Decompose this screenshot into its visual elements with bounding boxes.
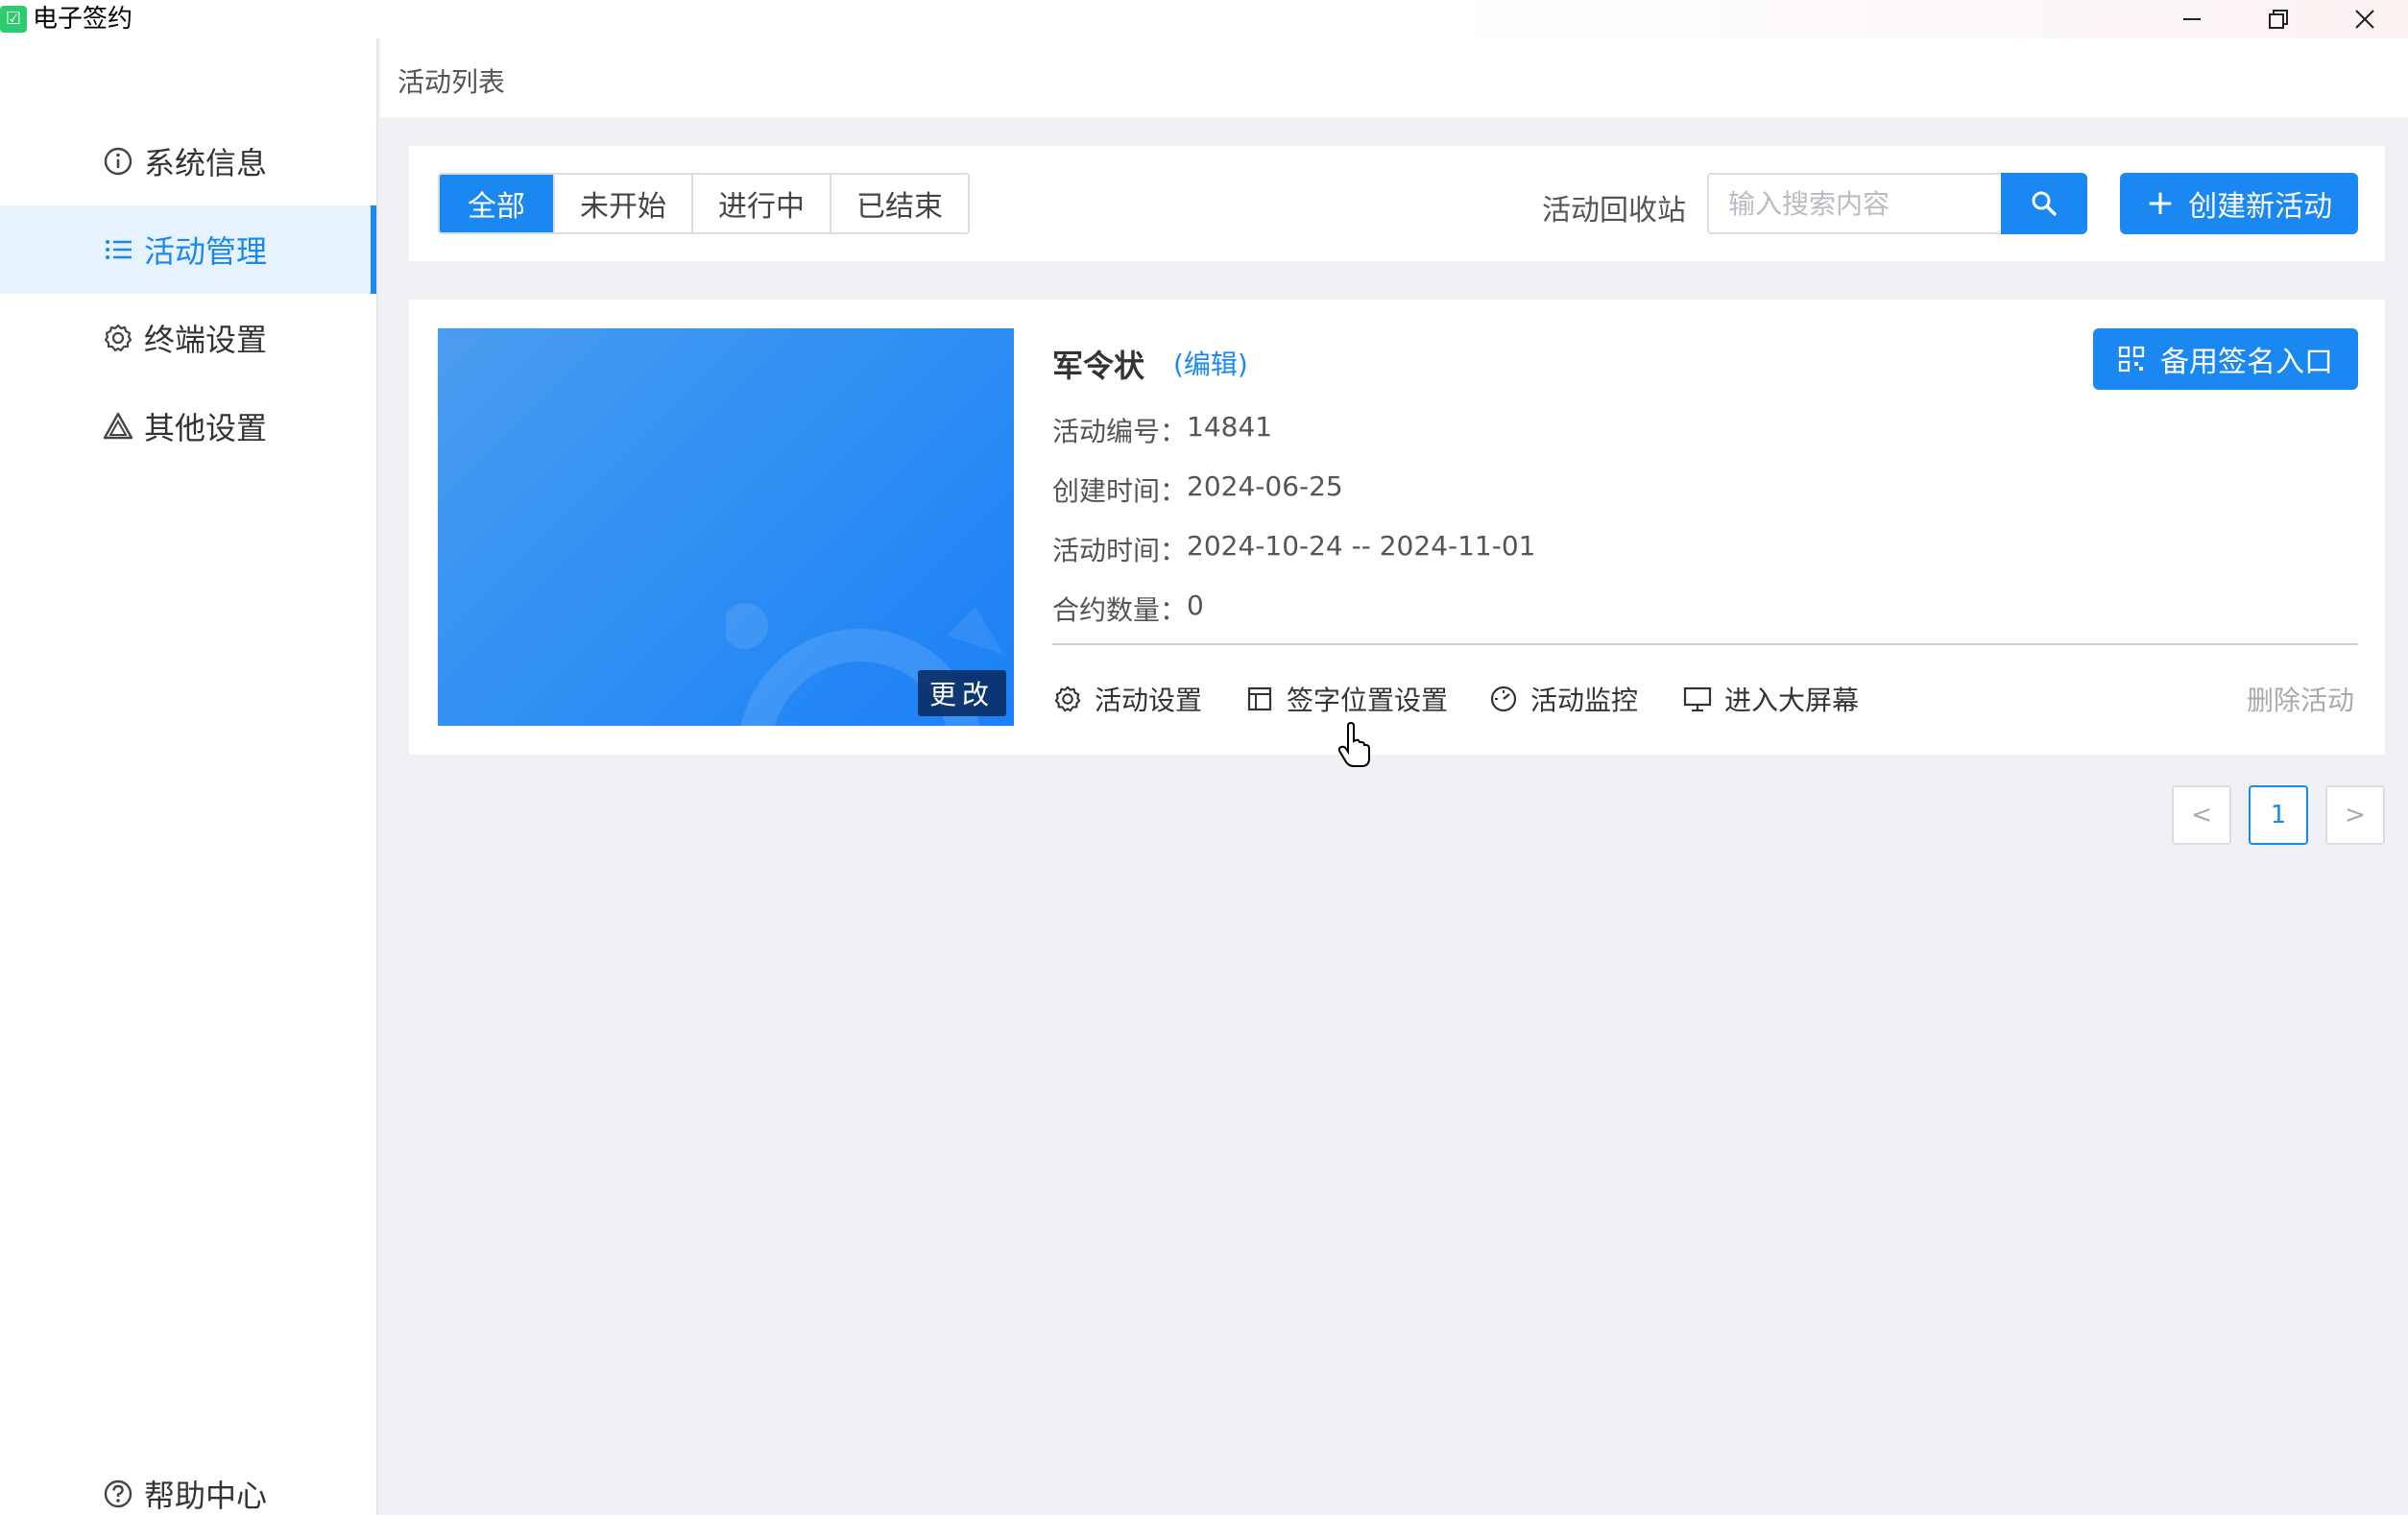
list-icon (102, 233, 134, 266)
activity-card: 更改 军令状 (编辑) 备用签名入口 活动编号： 14841 创建时间： 202… (409, 300, 2385, 755)
activity-time-row: 活动时间： 2024-10-24 -- 2024-11-01 (1052, 530, 1535, 568)
created-time-row: 创建时间： 2024-06-25 (1052, 470, 1343, 509)
search-button[interactable] (2001, 173, 2087, 234)
created-time-value: 2024-06-25 (1187, 470, 1343, 502)
activity-title: 军令状 (1052, 348, 1145, 384)
minimize-icon (2183, 18, 2201, 20)
sidebar-item-system-info[interactable]: 系统信息 (0, 117, 376, 205)
signature-position-settings-button[interactable]: 签字位置设置 (1244, 680, 1448, 718)
help-center-link[interactable]: 帮助中心 (0, 1450, 376, 1515)
change-cover-button[interactable]: 更改 (918, 670, 1006, 716)
minimize-button[interactable] (2149, 0, 2235, 38)
window-title: 电子签约 (33, 5, 133, 34)
tab-all[interactable]: 全部 (440, 175, 553, 232)
activity-time-value: 2024-10-24 -- 2024-11-01 (1187, 530, 1536, 562)
field-label: 活动时间： (1052, 535, 1188, 566)
search-icon (2032, 191, 2057, 216)
backup-signature-button[interactable]: 备用签名入口 (2093, 328, 2358, 390)
sidebar: 系统信息 活动管理 终端设置 其他设置 帮助中心 (0, 38, 378, 1515)
field-label: 合约数量： (1052, 594, 1188, 626)
divider (1052, 643, 2358, 645)
activity-id-row: 活动编号： 14841 (1052, 411, 1272, 449)
qr-code-icon (2118, 346, 2145, 373)
activity-settings-button[interactable]: 活动设置 (1052, 680, 1202, 718)
page-title: 活动列表 (397, 66, 506, 98)
tab-in-progress[interactable]: 进行中 (691, 175, 830, 232)
action-label: 活动设置 (1095, 685, 1203, 716)
field-label: 创建时间： (1052, 475, 1188, 507)
pagination-next-button[interactable]: > (2325, 785, 2385, 845)
close-icon (2355, 10, 2374, 29)
delete-activity-link[interactable]: 删除活动 (2247, 680, 2354, 718)
gauge-icon (1488, 684, 1519, 714)
sidebar-item-label: 活动管理 (144, 233, 268, 270)
enter-big-screen-button[interactable]: 进入大屏幕 (1682, 680, 1859, 718)
tab-not-started[interactable]: 未开始 (553, 175, 691, 232)
info-icon (102, 145, 134, 178)
create-activity-button[interactable]: + 创建新活动 (2120, 173, 2358, 234)
create-activity-label: 创建新活动 (2188, 190, 2333, 224)
action-label: 进入大屏幕 (1724, 685, 1860, 716)
activity-id-value: 14841 (1187, 411, 1273, 443)
action-label: 活动监控 (1530, 685, 1639, 716)
gear-icon (102, 322, 134, 354)
sidebar-item-other-settings[interactable]: 其他设置 (0, 382, 376, 470)
hand-cursor-icon (1337, 722, 1370, 767)
field-label: 活动编号： (1052, 416, 1188, 447)
gear-icon (1052, 684, 1083, 714)
sidebar-item-label: 终端设置 (144, 322, 268, 358)
sidebar-item-terminal-settings[interactable]: 终端设置 (0, 294, 376, 382)
activity-monitor-button[interactable]: 活动监控 (1488, 680, 1638, 718)
tab-ended[interactable]: 已结束 (830, 175, 968, 232)
warning-triangle-icon (102, 410, 134, 443)
monitor-icon (1682, 684, 1713, 714)
status-tabs: 全部 未开始 进行中 已结束 (438, 173, 970, 234)
help-center-label: 帮助中心 (144, 1478, 268, 1514)
pagination-prev-button[interactable]: < (2172, 785, 2231, 845)
recycle-bin-link[interactable]: 活动回收站 (1542, 186, 1686, 228)
close-button[interactable] (2322, 0, 2408, 38)
window-titlebar: ☑ 电子签约 (0, 0, 2408, 38)
sidebar-item-label: 系统信息 (144, 145, 268, 181)
restore-button[interactable] (2235, 0, 2322, 38)
pagination-page-button[interactable]: 1 (2249, 785, 2308, 845)
layout-icon (1244, 684, 1275, 714)
edit-activity-link[interactable]: (编辑) (1173, 344, 1248, 382)
plus-icon: + (2145, 183, 2176, 223)
action-label: 签字位置设置 (1287, 685, 1449, 716)
backup-signature-label: 备用签名入口 (2160, 346, 2333, 379)
restore-icon (2269, 10, 2288, 29)
sidebar-item-label: 其他设置 (144, 410, 268, 446)
activity-cover-image: 更改 (438, 328, 1014, 726)
contract-count-row: 合约数量： 0 (1052, 589, 1204, 628)
contract-count-value: 0 (1187, 589, 1204, 621)
filter-bar: 全部 未开始 进行中 已结束 活动回收站 + 创建新活动 (409, 146, 2385, 261)
sidebar-item-activity-management[interactable]: 活动管理 (0, 205, 376, 294)
app-logo-icon: ☑ (0, 6, 27, 33)
page-header: 活动列表 (380, 38, 2408, 117)
question-icon (102, 1478, 134, 1510)
